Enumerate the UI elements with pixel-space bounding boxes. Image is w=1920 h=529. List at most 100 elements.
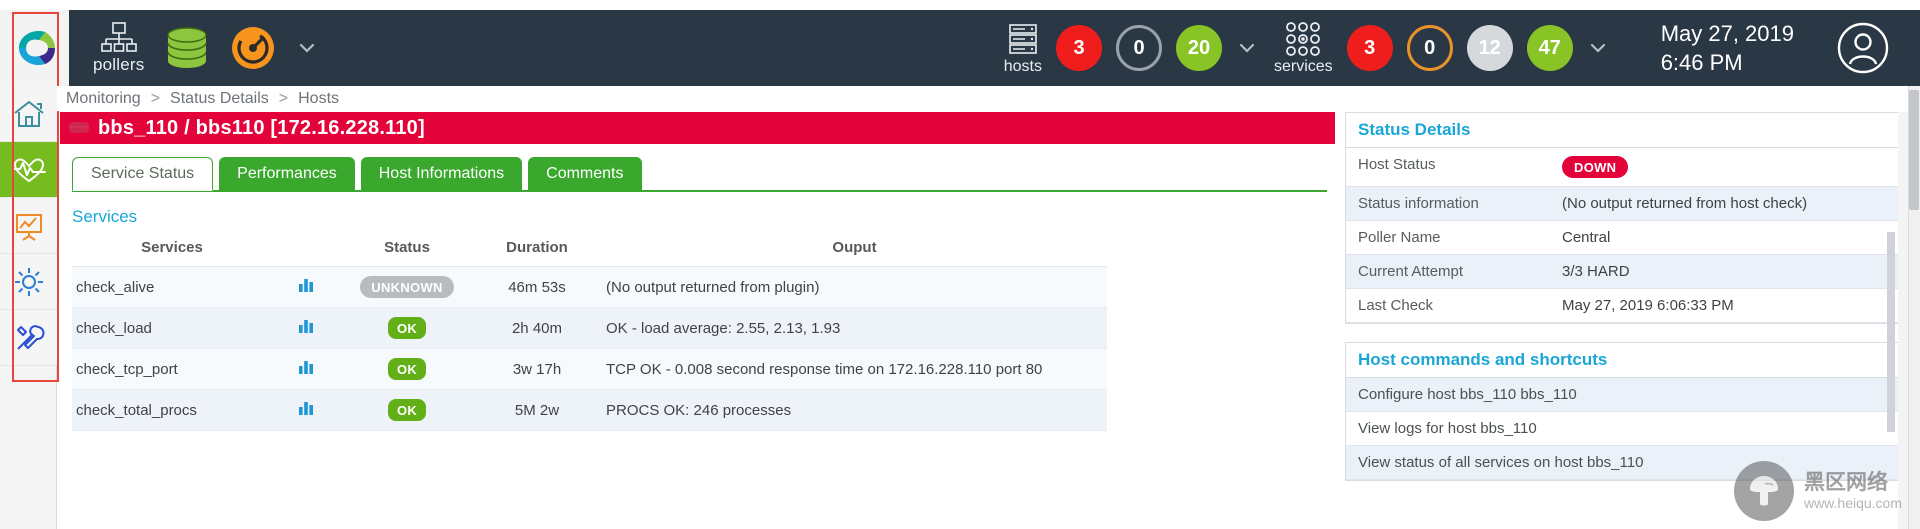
status-detail-row: Current Attempt 3/3 HARD [1346,255,1907,289]
services-table: Services Status Duration Ouput check_ali… [72,231,1107,431]
table-row[interactable]: check_alive UNKNOWN 46m 53s (No output r… [72,266,1107,308]
detail-value: 3/3 HARD [1562,263,1630,280]
tab-label: Host Informations [378,165,505,182]
tab-host-informations[interactable]: Host Informations [360,157,523,191]
services-ok-badge[interactable]: 47 [1526,25,1573,71]
sidebar-item-configuration[interactable] [0,254,57,310]
pollers-label: pollers [93,55,145,74]
watermark-logo-icon [1733,461,1794,521]
current-time: 6:46 PM [1660,50,1743,75]
detail-value: DOWN [1556,148,1907,186]
bar-chart-icon [299,279,313,292]
current-date: May 27, 2019 [1660,21,1794,46]
service-status-cell: OK [342,348,472,390]
service-graph-cell[interactable] [272,307,342,349]
services-summary-group: services 3 0 12 47 [1274,21,1609,76]
column-header-output[interactable]: Ouput [602,231,1107,267]
services-critical-badge[interactable]: 3 [1346,25,1393,71]
datetime-display: May 27, 2019 6:46 PM [1661,19,1794,77]
hosts-up-badge[interactable]: 20 [1176,25,1222,71]
host-title-bar: bbs_110 / bbs110 [172.16.228.110] [60,112,1335,144]
page-scrollbar-thumb[interactable] [1909,90,1919,210]
breadcrumb: Monitoring > Status Details > Hosts [57,86,1920,111]
tab-comments[interactable]: Comments [528,157,642,191]
watermark-cn: 黑区网络 [1803,470,1888,494]
host-command-label: Configure host bbs_110 bbs_110 [1358,386,1577,403]
hosts-chevron-down-icon[interactable] [1236,37,1258,59]
status-detail-row: Last Check May 27, 2019 6:06:33 PM [1346,289,1907,323]
services-chevron-down-icon[interactable] [1587,37,1609,59]
tab-service-status[interactable]: Service Status [72,157,214,191]
status-summary: hosts 3 0 20 services 3 0 12 47 May 27, … [1004,19,1920,77]
hosts-icon [1009,23,1037,54]
service-graph-cell[interactable] [272,348,342,390]
sidebar-item-home[interactable] [0,86,57,142]
top-bar: pollers hosts 3 0 20 services 3 0 12 47 … [0,10,1920,86]
panel-spacer [1345,324,1908,342]
hosts-down-badge[interactable]: 3 [1056,25,1102,71]
tab-performances[interactable]: Performances [219,157,355,191]
status-badge: DOWN [1562,156,1629,178]
hosts-unreachable-badge[interactable]: 0 [1116,25,1162,71]
hosts-summary-group: hosts 3 0 20 [1004,21,1258,76]
services-icon-block[interactable]: services [1274,21,1333,76]
breadcrumb-item-status-details[interactable]: Status Details [170,90,269,108]
list-item[interactable]: View logs for host bbs_110 [1346,412,1907,446]
services-unknown-badge[interactable]: 12 [1466,25,1513,71]
detail-key: Host Status [1358,156,1436,173]
main-content: bbs_110 / bbs110 [172.16.228.110] Servic… [60,112,1335,529]
column-header-graph [272,231,342,267]
hosts-icon-block[interactable]: hosts [1004,21,1042,76]
chevron-down-icon[interactable] [296,37,318,59]
service-duration: 46m 53s [472,266,602,308]
tab-label: Performances [237,165,337,182]
service-duration: 3w 17h [472,348,602,390]
service-output: (No output returned from plugin) [602,266,1107,308]
tools-icon [16,324,44,350]
hosts-label: hosts [1003,57,1042,75]
table-row[interactable]: check_load OK 2h 40m OK - load average: … [72,307,1107,349]
column-header-services[interactable]: Services [72,231,272,267]
table-row[interactable]: check_total_procs OK 5M 2w PROCS OK: 246… [72,389,1107,431]
service-name[interactable]: check_total_procs [72,389,272,431]
sidebar-item-monitoring[interactable] [0,142,57,198]
database-icon[interactable] [164,26,210,70]
panel-scrollbar-thumb[interactable] [1887,232,1895,432]
service-name[interactable]: check_alive [72,266,272,308]
centreon-logo[interactable] [0,10,69,86]
column-header-status[interactable]: Status [342,231,472,267]
sidebar-item-administration[interactable] [0,310,57,366]
status-detail-row: Poller Name Central [1346,221,1907,255]
page-scrollbar[interactable] [1908,86,1920,529]
table-row[interactable]: check_tcp_port OK 3w 17h TCP OK - 0.008 … [72,348,1107,390]
breadcrumb-item-monitoring[interactable]: Monitoring [66,90,141,108]
services-warning-badge[interactable]: 0 [1406,25,1453,71]
service-name[interactable]: check_tcp_port [72,348,272,390]
service-graph-cell[interactable] [272,389,342,431]
centreon-logo-icon [18,30,55,66]
status-details-heading: Status Details [1345,112,1908,148]
engine-gauge-icon[interactable] [230,25,276,71]
pollers-icon [100,22,137,52]
breadcrumb-item-hosts[interactable]: Hosts [298,90,339,108]
chart-board-icon [15,213,42,241]
status-badge: OK [387,399,427,421]
tab-bar: Service Status Performances Host Informa… [60,144,1335,191]
detail-key: Poller Name [1358,229,1441,246]
sidebar-item-reporting[interactable] [0,198,57,254]
gear-icon [14,267,43,296]
host-icon [69,122,89,133]
detail-value: (No output returned from host check) [1562,195,1808,212]
service-output: TCP OK - 0.008 second response time on 1… [602,348,1107,390]
service-name[interactable]: check_load [72,307,272,349]
detail-value: Central [1562,229,1611,246]
user-avatar-icon[interactable] [1836,21,1890,75]
pollers-group[interactable]: pollers [93,21,144,75]
service-output: PROCS OK: 246 processes [602,389,1107,431]
service-graph-cell[interactable] [272,266,342,308]
services-section-heading: Services [72,207,138,226]
column-header-duration[interactable]: Duration [472,231,602,267]
status-detail-row: Host Status DOWN [1346,148,1907,187]
list-item[interactable]: Configure host bbs_110 bbs_110 [1346,378,1907,412]
status-badge: UNKNOWN [360,276,454,298]
